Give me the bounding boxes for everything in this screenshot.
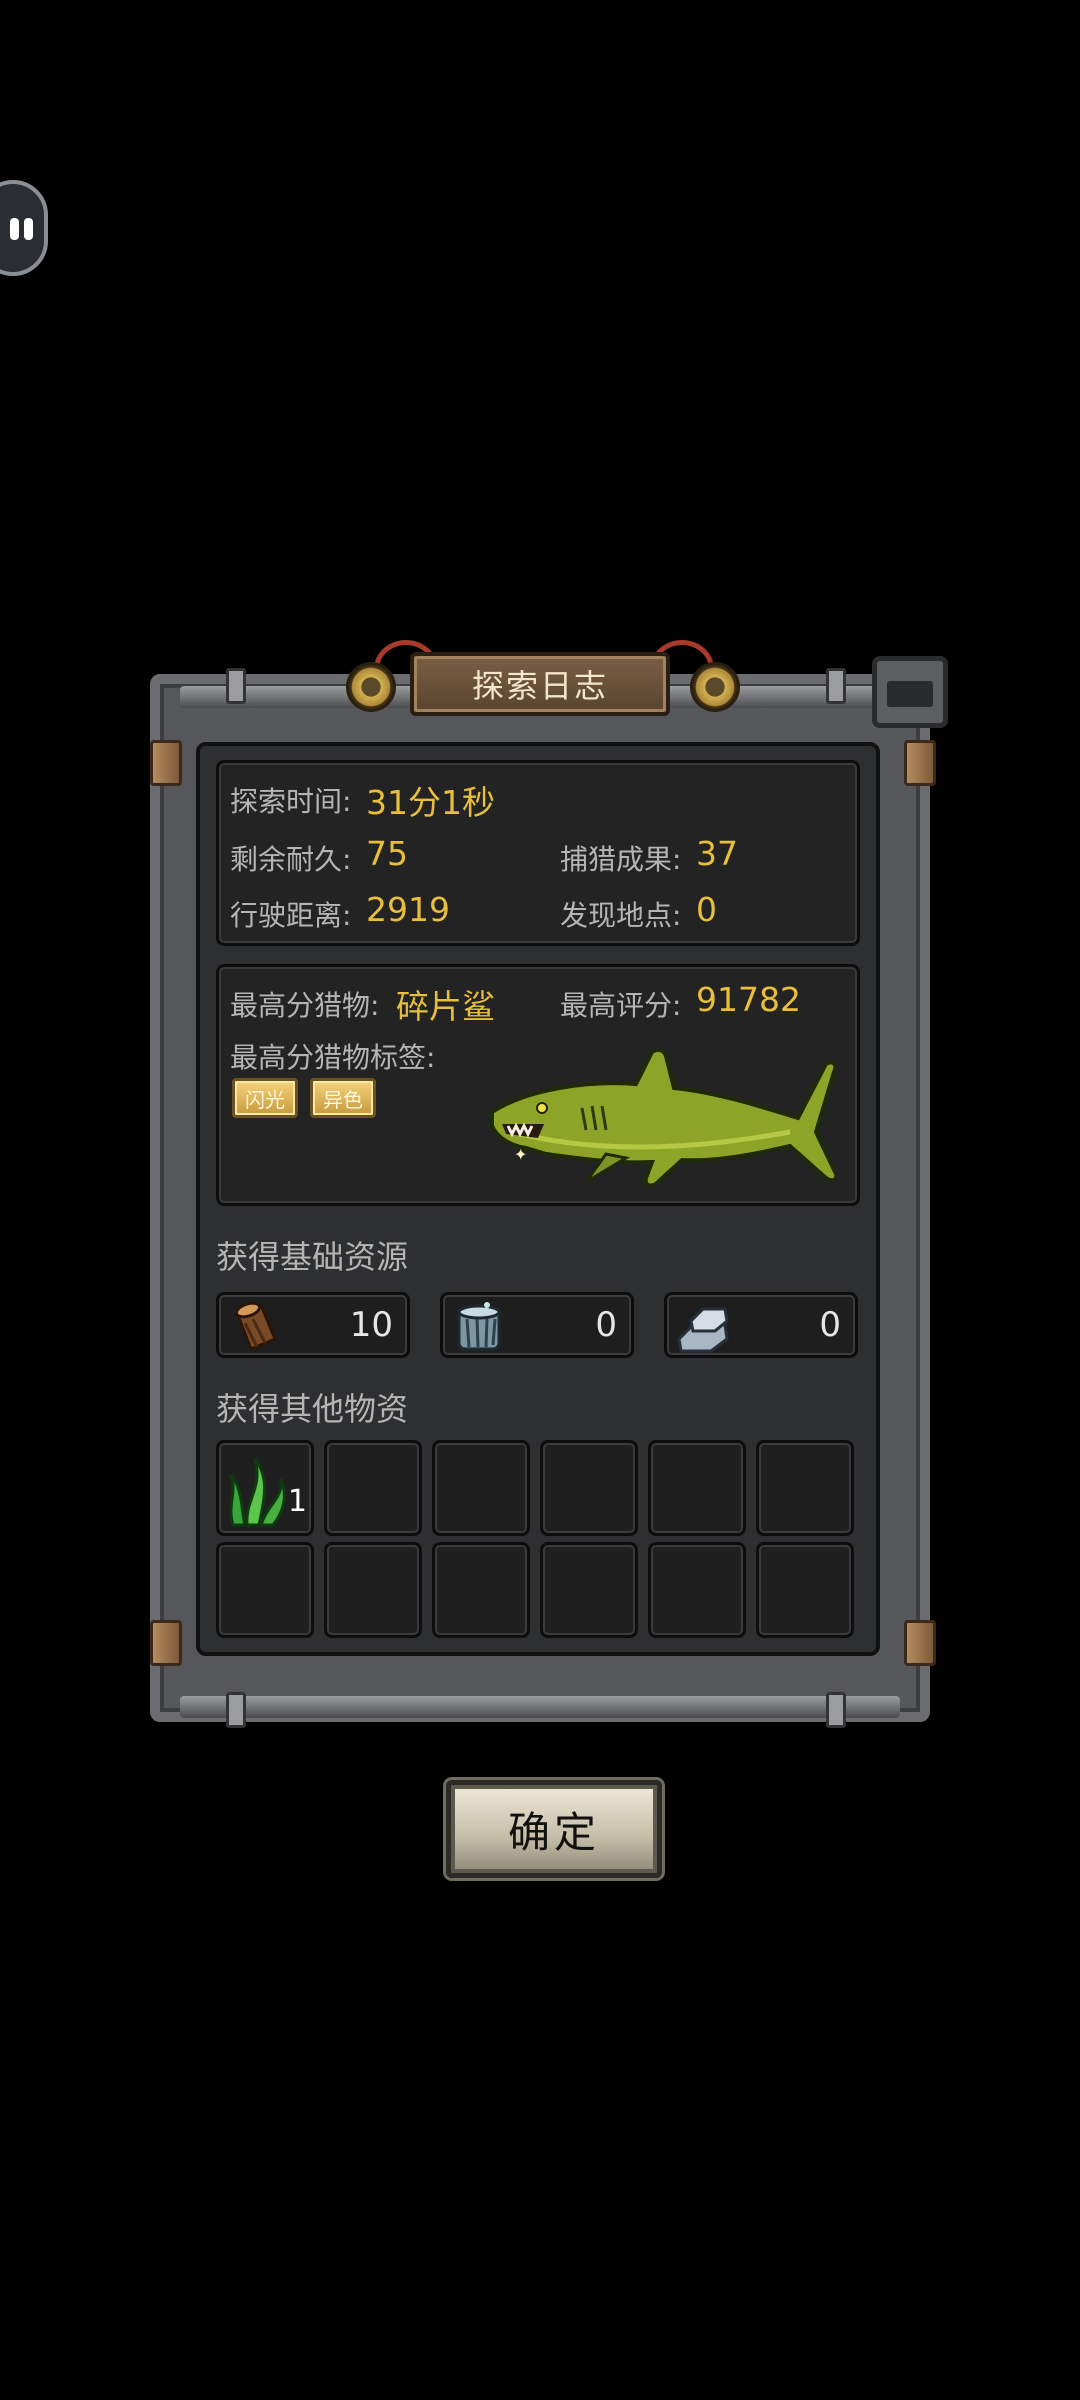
- bolt-top-left: [226, 668, 246, 704]
- item-slot-5[interactable]: [648, 1440, 746, 1536]
- durability-value: 75: [366, 834, 408, 873]
- item-slot-2[interactable]: [324, 1440, 422, 1536]
- floating-assistant-button[interactable]: [0, 180, 48, 276]
- best-score-label: 最高评分:: [560, 989, 682, 1022]
- item-slot-12[interactable]: [756, 1542, 854, 1638]
- time-value: 31分1秒: [366, 783, 495, 822]
- tag-flash: 闪光: [232, 1078, 298, 1118]
- eye-left: [10, 218, 19, 240]
- resource-wood-value: 10: [349, 1305, 393, 1345]
- tags-label: 最高分猎物标签:: [230, 1041, 436, 1074]
- resource-barrel: 0: [440, 1292, 634, 1358]
- seaweed-icon: [229, 1458, 286, 1527]
- item-slot-1-count: 1: [287, 1484, 307, 1519]
- eye-right: [24, 218, 33, 240]
- tag-variant: 异色: [310, 1078, 376, 1118]
- catch-value: 37: [696, 834, 738, 873]
- best-prey-label: 最高分猎物:: [230, 989, 380, 1022]
- item-slot-11[interactable]: [648, 1542, 746, 1638]
- other-items-title: 获得其他物资: [216, 1390, 409, 1428]
- discover-value: 0: [696, 890, 717, 929]
- item-slot-7[interactable]: [216, 1542, 314, 1638]
- resource-metal-value: 0: [819, 1305, 841, 1345]
- ring-left: [346, 662, 396, 712]
- distance-label: 行驶距离:: [230, 899, 352, 932]
- item-slot-6[interactable]: [756, 1440, 854, 1536]
- basic-resources-title: 获得基础资源: [216, 1238, 409, 1276]
- best-score-value: 91782: [696, 980, 801, 1019]
- bolt-top-right: [826, 668, 846, 704]
- discover-label: 发现地点:: [560, 899, 682, 932]
- bracket-right-top: [904, 740, 936, 786]
- item-slot-1[interactable]: 1: [216, 1440, 314, 1536]
- bottom-pipe: [180, 1696, 900, 1718]
- bracket-right-bottom: [904, 1620, 936, 1666]
- item-slot-4[interactable]: [540, 1440, 638, 1536]
- metal-ingot-icon: [677, 1307, 729, 1353]
- resource-wood: 10: [216, 1292, 410, 1358]
- page-title: 探索日志: [410, 652, 670, 716]
- bracket-left-top: [150, 740, 182, 786]
- machine-box: [872, 656, 948, 728]
- distance-value: 2919: [366, 890, 450, 929]
- time-label: 探索时间:: [230, 785, 352, 818]
- barrel-icon: [457, 1302, 501, 1351]
- bolt-bottom-left: [226, 1692, 246, 1728]
- ring-right: [690, 662, 740, 712]
- item-slot-8[interactable]: [324, 1542, 422, 1638]
- shark-image: ✦: [490, 1047, 836, 1188]
- item-slot-3[interactable]: [432, 1440, 530, 1536]
- item-slot-10[interactable]: [540, 1542, 638, 1638]
- resource-barrel-value: 0: [595, 1305, 617, 1345]
- durability-label: 剩余耐久:: [230, 843, 352, 876]
- bracket-left-bottom: [150, 1620, 182, 1666]
- item-slot-9[interactable]: [432, 1542, 530, 1638]
- confirm-button[interactable]: 确定: [446, 1780, 662, 1878]
- svg-text:✦: ✦: [514, 1145, 527, 1164]
- resource-metal: 0: [664, 1292, 858, 1358]
- wood-log-icon: [234, 1301, 277, 1351]
- catch-label: 捕猎成果:: [560, 843, 682, 876]
- best-prey-name: 碎片鲨: [396, 987, 495, 1026]
- bolt-bottom-right: [826, 1692, 846, 1728]
